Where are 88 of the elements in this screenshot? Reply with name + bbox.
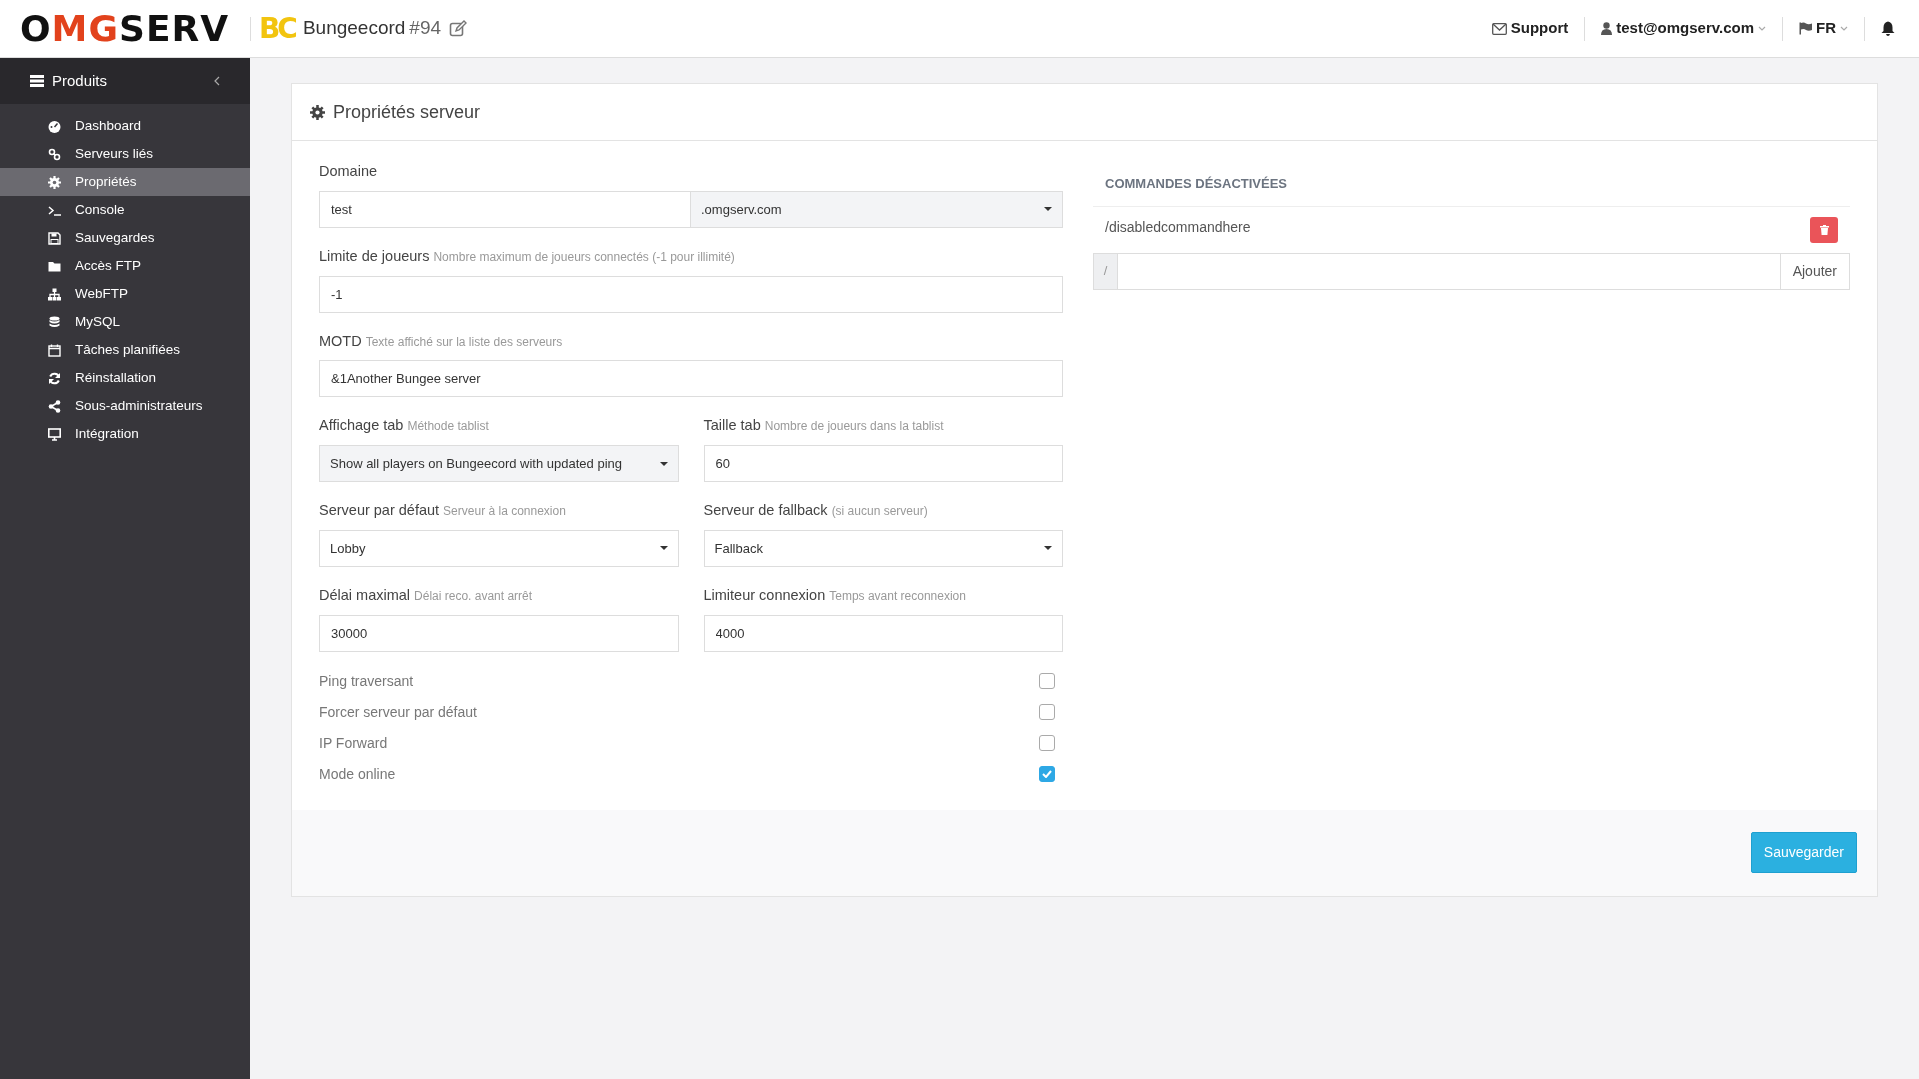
- server-number: #94: [409, 16, 442, 41]
- sidebar-header[interactable]: Produits: [0, 58, 250, 104]
- server-name: Bungeecord: [302, 16, 406, 41]
- field-label: Domaine: [319, 162, 378, 181]
- checkbox[interactable]: [1039, 766, 1055, 782]
- gear-icon: [48, 175, 61, 189]
- caret-icon: [1044, 207, 1052, 212]
- field-label: Taille tab: [703, 416, 761, 436]
- envelope-icon: [1491, 22, 1507, 35]
- dashboard-icon: [48, 119, 61, 133]
- command-text: /disabledcommandhere: [1105, 217, 1251, 237]
- refresh-icon: [48, 371, 61, 385]
- sidebar-item[interactable]: Console: [0, 196, 250, 224]
- edit-icon[interactable]: [449, 19, 468, 38]
- field-label: MOTD: [319, 331, 362, 351]
- monitor-icon: [48, 427, 61, 441]
- section-heading: COMMANDES DÉSACTIVÉES: [1093, 161, 1850, 207]
- select-field[interactable]: Fallback: [703, 529, 1063, 567]
- field-hint: Texte affiché sur la liste des serveurs: [365, 333, 563, 351]
- field-hint: Délai reco. avant arrêt: [414, 587, 533, 605]
- field-label: Limite de joueurs: [319, 246, 430, 266]
- sidebar-item[interactable]: Sauvegardes: [0, 224, 250, 252]
- link-icon: [48, 147, 61, 161]
- sidebar-item[interactable]: Propriétés: [0, 168, 250, 196]
- checkbox[interactable]: [1039, 735, 1055, 751]
- field-label: Affichage tab: [319, 416, 404, 436]
- flag-icon: [1799, 22, 1812, 35]
- field-hint: Nombre maximum de joueurs connectés (-1 pour illimité): [433, 248, 735, 266]
- checkmark-icon: [1042, 770, 1052, 778]
- checkbox[interactable]: [1039, 704, 1055, 720]
- delete-button[interactable]: [1810, 216, 1838, 243]
- sidebar-item[interactable]: Serveurs liés: [0, 140, 250, 168]
- field-label: Délai maximal: [319, 585, 411, 605]
- field-label: Serveur de fallback: [703, 501, 828, 520]
- notification-bell-icon[interactable]: [1881, 21, 1895, 36]
- sidebar-item[interactable]: Sous-administrateurs: [0, 392, 250, 420]
- sidebar-item[interactable]: Intégration: [0, 420, 250, 448]
- field-label: Limiteur connexion: [703, 585, 826, 605]
- field-hint: Méthode tablist: [407, 418, 489, 436]
- domain-field[interactable]: test: [319, 190, 691, 228]
- support-link[interactable]: Support: [1491, 17, 1569, 40]
- field-hint: Nombre de joueurs dans la tablist: [764, 418, 944, 436]
- input-field[interactable]: 4000: [703, 614, 1063, 652]
- input-field[interactable]: 60: [703, 445, 1063, 482]
- checkbox-label: Mode online: [319, 764, 396, 784]
- caret-icon: [1044, 546, 1052, 551]
- share-icon: [48, 399, 61, 413]
- field-hint: Temps avant reconnexion: [829, 587, 966, 605]
- sidebar-item[interactable]: Tâches planifiées: [0, 336, 250, 364]
- trash-icon: [1819, 224, 1829, 235]
- user-menu[interactable]: test@omgserv.com: [1601, 17, 1766, 40]
- caret-icon: [1758, 25, 1766, 32]
- sidebar-item[interactable]: MySQL: [0, 308, 250, 336]
- checkbox-label: IP Forward: [319, 733, 388, 753]
- input-field[interactable]: -1: [319, 275, 1063, 313]
- caret-icon: [659, 546, 668, 551]
- caret-icon: [1840, 25, 1848, 32]
- checkbox-label: Ping traversant: [319, 671, 414, 691]
- sitemap-icon: [48, 287, 61, 301]
- menu-icon: [30, 75, 44, 87]
- checkbox-label: Forcer serveur par défaut: [319, 702, 477, 722]
- terminal-icon: [48, 203, 61, 217]
- chevron-left-icon: [214, 76, 220, 86]
- sidebar-item[interactable]: Dashboard: [0, 112, 250, 140]
- add-button[interactable]: Ajouter: [1779, 252, 1850, 290]
- field-hint: Serveur à la connexion: [443, 503, 566, 520]
- panel-title: Propriétés serveur: [333, 100, 481, 124]
- command-input-field[interactable]: [1118, 252, 1780, 290]
- gear-icon: [310, 104, 325, 120]
- select-field[interactable]: Lobby: [319, 529, 679, 567]
- field-label: Serveur par défaut: [319, 501, 440, 520]
- language-menu[interactable]: FR: [1799, 17, 1848, 40]
- input-field[interactable]: &1Another Bungee server: [319, 360, 1063, 398]
- folder-icon: [48, 259, 61, 273]
- field-hint: (si aucun serveur): [831, 503, 928, 520]
- database-icon: [48, 315, 61, 329]
- input-field[interactable]: 30000: [319, 614, 679, 652]
- input-prefix: /: [1093, 252, 1118, 290]
- sidebar-item[interactable]: WebFTP: [0, 280, 250, 308]
- user-icon: [1601, 22, 1613, 35]
- server-type-label: BC: [259, 10, 295, 47]
- caret-icon: [659, 461, 668, 466]
- domain-suffix-select[interactable]: .omgserv.com: [691, 190, 1063, 228]
- checkbox[interactable]: [1039, 673, 1055, 689]
- logo[interactable]: OMGSERV: [20, 10, 230, 47]
- sidebar-item[interactable]: Accès FTP: [0, 252, 250, 280]
- calendar-icon: [48, 343, 61, 357]
- sidebar-item[interactable]: Réinstallation: [0, 364, 250, 392]
